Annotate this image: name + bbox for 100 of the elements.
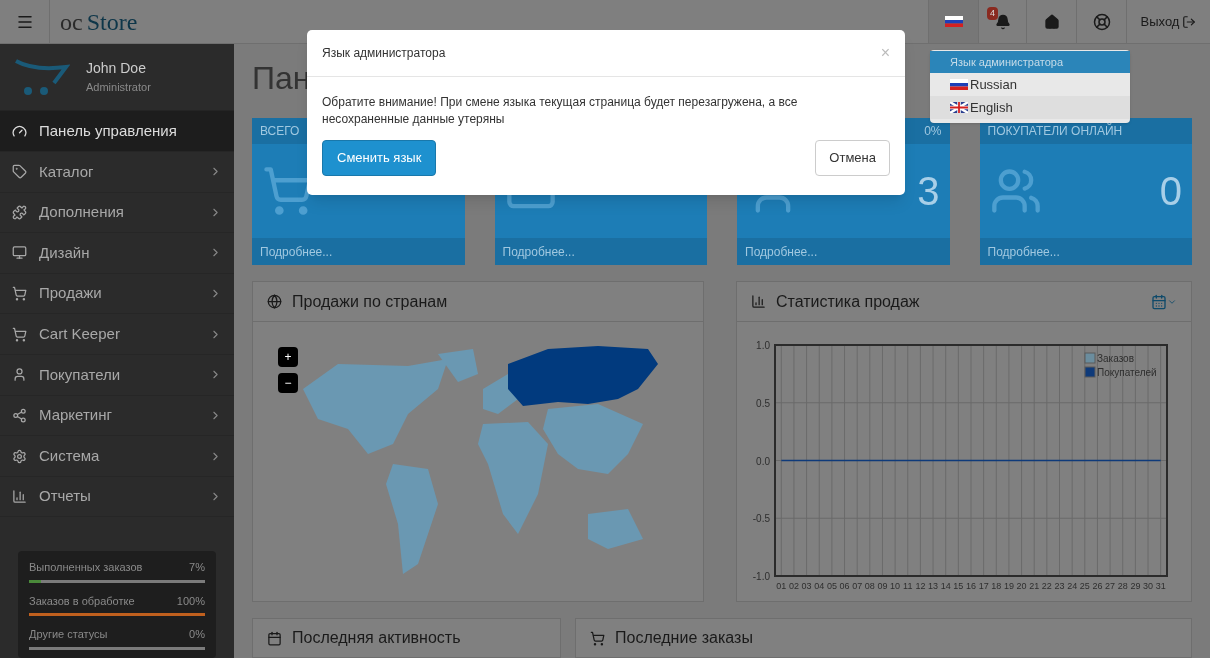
- lifebuoy-icon: [1092, 12, 1111, 31]
- stat-percent: 7%: [189, 560, 205, 576]
- legend-swatch: [1084, 366, 1096, 378]
- x-tick-label: 30: [1143, 581, 1154, 591]
- sidebar-item[interactable]: Дизайн: [0, 233, 234, 274]
- dashboard-icon: [12, 123, 27, 139]
- sidebar-item[interactable]: Дополнения: [0, 192, 234, 234]
- sidebar-item[interactable]: Покупатели: [0, 355, 234, 396]
- x-tick-label: 01: [776, 581, 787, 591]
- zoom-out-button[interactable]: −: [278, 373, 298, 393]
- calendar-icon: [267, 630, 282, 646]
- calendar-icon: [1151, 293, 1167, 310]
- settings-icon: [12, 448, 27, 464]
- tile-more-link[interactable]: Подробнее...: [737, 238, 950, 265]
- x-tick-label: 22: [1041, 581, 1052, 591]
- sidebar-item[interactable]: Система: [0, 436, 234, 477]
- user-icon: [12, 367, 27, 383]
- panel-title: Статистика продаж: [776, 291, 921, 312]
- sidebar-item[interactable]: Панель управления: [0, 111, 234, 152]
- tile-more-link[interactable]: Подробнее...: [494, 238, 707, 265]
- y-tick-label: -0.5: [752, 513, 770, 525]
- x-tick-label: 21: [1029, 581, 1040, 591]
- puzzle-icon: [12, 204, 27, 220]
- zoom-in-button[interactable]: +: [278, 347, 298, 367]
- modal-message: Обратите внимание! При смене языка текущая страница будет перезагружена, а все несохраненные данные утеряны: [321, 94, 799, 128]
- x-tick-label: 20: [1016, 581, 1027, 591]
- tile-percent: 0%: [924, 123, 942, 140]
- tile-value: 0: [1159, 171, 1182, 211]
- x-tick-label: 15: [953, 581, 964, 591]
- language-option[interactable]: English: [930, 96, 1130, 119]
- x-tick-label: 26: [1092, 581, 1103, 591]
- x-tick-label: 04: [814, 581, 825, 591]
- logout-icon: [1182, 14, 1197, 29]
- panel-title: Последние заказы: [615, 628, 753, 648]
- x-tick-label: 02: [788, 581, 799, 591]
- tile-value: 3: [917, 171, 940, 211]
- y-tick-label: 0.0: [756, 455, 770, 467]
- x-tick-label: 12: [915, 581, 926, 591]
- cart-icon: [590, 630, 605, 646]
- x-tick-label: 14: [940, 581, 951, 591]
- x-tick-label: 13: [928, 581, 939, 591]
- y-tick-label: 0.5: [756, 397, 770, 409]
- x-tick-label: 08: [864, 581, 875, 591]
- sidebar-item[interactable]: Продажи: [0, 273, 234, 315]
- language-button[interactable]: [928, 0, 978, 43]
- x-tick-label: 05: [826, 581, 837, 591]
- cart-icon: [12, 326, 27, 342]
- x-tick-label: 11: [903, 581, 913, 591]
- modal-title: Язык администратора: [322, 45, 446, 62]
- x-tick-label: 24: [1067, 581, 1078, 591]
- x-tick-label: 06: [839, 581, 850, 591]
- cart-icon: [12, 286, 27, 302]
- x-tick-label: 07: [852, 581, 863, 591]
- x-tick-label: 28: [1117, 581, 1128, 591]
- y-tick-label: -1.0: [752, 571, 770, 582]
- date-range-button[interactable]: [1151, 293, 1177, 310]
- dropdown-header: Язык администратора: [930, 51, 1130, 73]
- user-name: John Doe: [86, 59, 147, 79]
- x-tick-label: 18: [991, 581, 1002, 591]
- logo: oc Store: [59, 7, 138, 37]
- tile-heading: ПОКУПАТЕЛИ ОНЛАЙН: [987, 122, 1123, 140]
- panel-title: Последняя активность: [292, 628, 461, 648]
- globe-icon: [267, 294, 282, 309]
- sidebar-item[interactable]: Отчеты: [0, 476, 234, 518]
- sidebar-item[interactable]: Cart Keeper: [0, 314, 234, 355]
- stat-percent: 100%: [176, 593, 205, 609]
- tile-more-link[interactable]: Подробнее...: [979, 238, 1192, 265]
- bar-chart-icon: [12, 489, 27, 505]
- tile-more-link[interactable]: Подробнее...: [252, 238, 465, 265]
- x-tick-label: 19: [1003, 581, 1014, 591]
- x-tick-label: 31: [1155, 581, 1166, 591]
- x-tick-label: 25: [1079, 581, 1090, 591]
- stat-percent: 0%: [189, 627, 205, 643]
- x-tick-label: 16: [966, 581, 976, 591]
- cart-logo-icon: [14, 57, 70, 98]
- legend-swatch: [1084, 352, 1096, 364]
- y-tick-label: 1.0: [756, 340, 770, 351]
- tile-heading: ВСЕГО: [260, 123, 300, 140]
- stat-label: Другие статусы: [29, 627, 108, 643]
- stat-label: Заказов в обработке: [29, 593, 135, 609]
- x-tick-label: 10: [890, 581, 901, 591]
- bar-chart-icon: [751, 294, 766, 309]
- user-role: Administrator: [86, 80, 151, 96]
- monitor-icon: [12, 245, 27, 261]
- legend-label: Заказов: [1097, 353, 1134, 364]
- flag-icon: [944, 16, 963, 27]
- x-tick-label: 29: [1130, 581, 1141, 591]
- home-icon: [1043, 13, 1060, 30]
- sidebar-item[interactable]: Каталог: [0, 151, 234, 193]
- x-tick-label: 23: [1054, 581, 1065, 591]
- share-icon: [12, 407, 27, 423]
- page-title: Пан: [252, 59, 311, 98]
- confirm-button[interactable]: Сменить язык: [322, 140, 437, 176]
- language-option[interactable]: Russian: [930, 73, 1130, 96]
- logout-button[interactable]: Выход: [1126, 0, 1210, 43]
- sidebar-item[interactable]: Маркетинг: [0, 395, 234, 437]
- notifications-button[interactable]: 4: [978, 0, 1026, 43]
- cancel-button[interactable]: Отмена: [815, 140, 890, 176]
- stat-label: Выполненных заказов: [29, 560, 143, 576]
- bell-icon: [994, 13, 1011, 30]
